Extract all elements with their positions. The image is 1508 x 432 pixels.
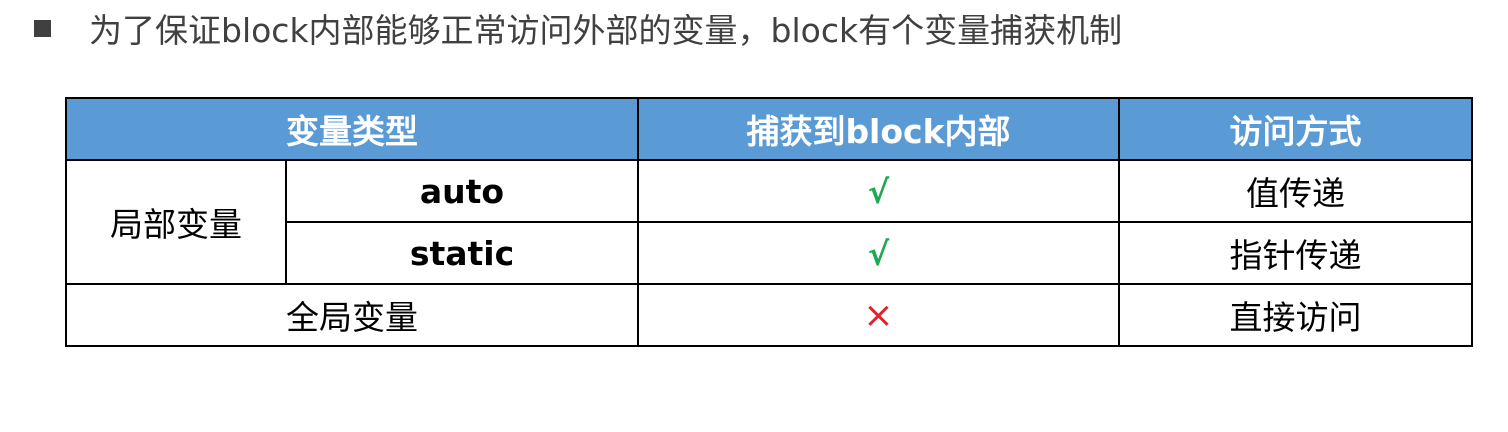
intro-text: 为了保证block内部能够正常访问外部的变量，block有个变量捕获机制 [89, 11, 1123, 50]
header-var-type: 变量类型 [65, 97, 639, 161]
table-row: 全局变量 × 直接访问 [65, 283, 1473, 347]
access-auto: 值传递 [1118, 159, 1473, 223]
subtype-auto: auto [285, 159, 639, 223]
cross-icon: × [863, 294, 894, 336]
access-global: 直接访问 [1118, 283, 1473, 347]
global-variable-cell: 全局变量 [65, 283, 639, 347]
intro-line: 为了保证block内部能够正常访问外部的变量，block有个变量捕获机制 [34, 6, 1122, 50]
check-icon: √ [867, 234, 890, 273]
variable-capture-table: 变量类型 捕获到block内部 访问方式 局部变量 auto √ 值传递 sta… [65, 97, 1473, 347]
subtype-static: static [285, 221, 639, 285]
local-variable-cell: 局部变量 [65, 159, 287, 285]
captured-static: √ [637, 221, 1120, 285]
header-access: 访问方式 [1118, 97, 1473, 161]
check-icon: √ [867, 172, 890, 211]
captured-global: × [637, 283, 1120, 347]
table-header-row: 变量类型 捕获到block内部 访问方式 [65, 97, 1473, 161]
access-static: 指针传递 [1118, 221, 1473, 285]
captured-auto: √ [637, 159, 1120, 223]
header-captured: 捕获到block内部 [637, 97, 1120, 161]
table-row: 局部变量 auto √ 值传递 [65, 159, 1473, 285]
bullet-square-icon [34, 19, 51, 37]
